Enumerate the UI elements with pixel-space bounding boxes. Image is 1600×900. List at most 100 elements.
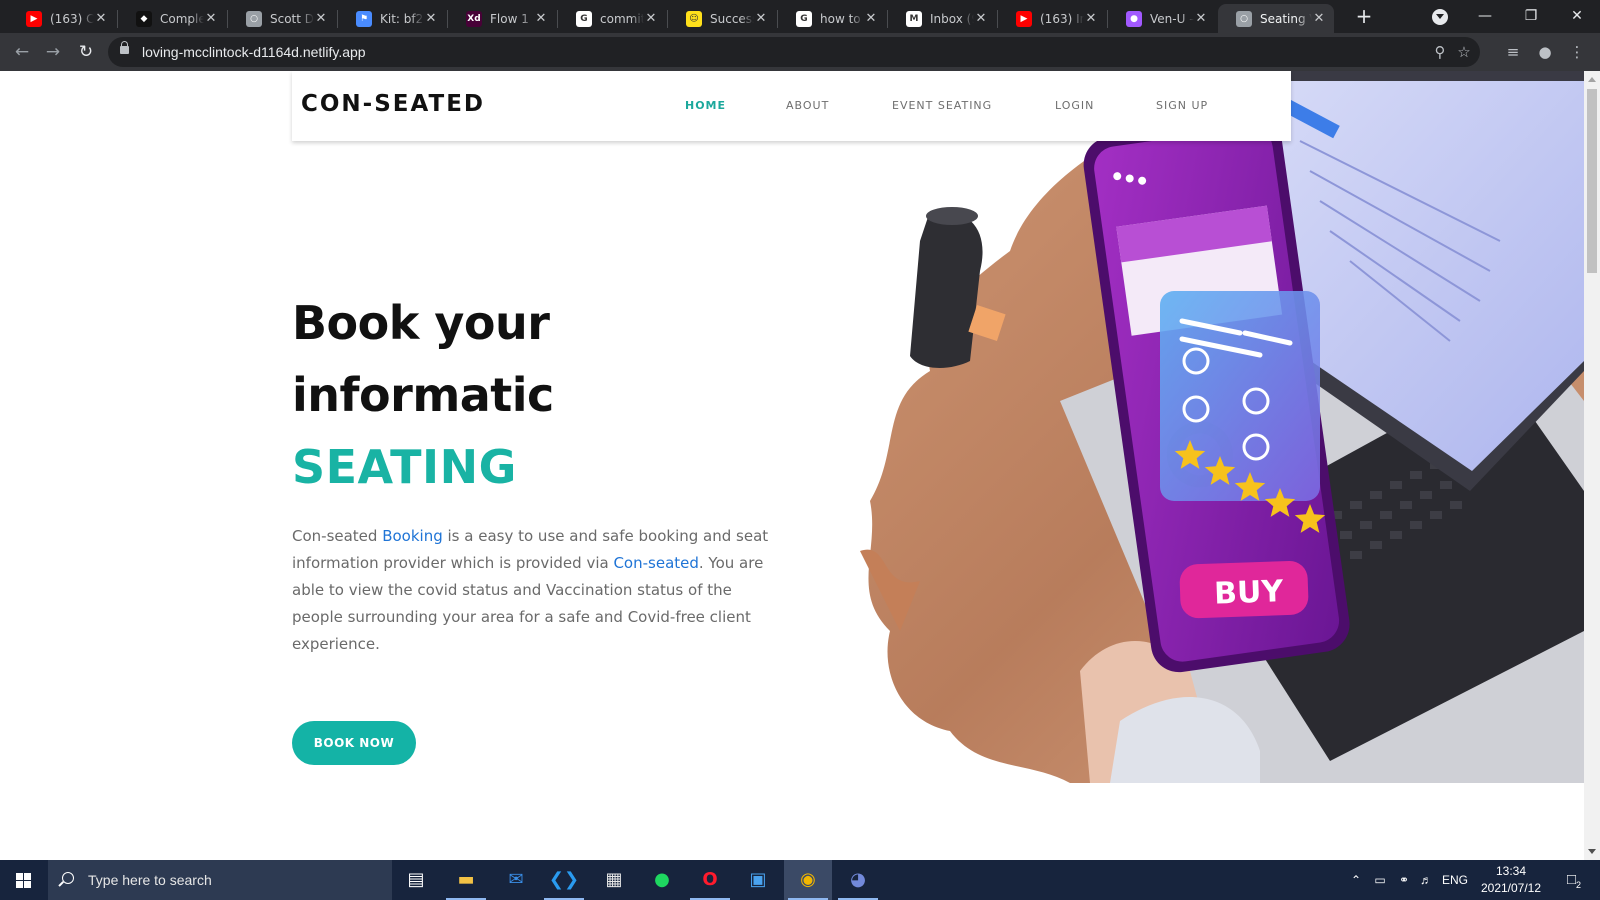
browser-tab[interactable]: ▶ (163) Int✕ (998, 4, 1106, 33)
file-explorer-icon[interactable]: ▬ (442, 860, 490, 900)
restore-icon[interactable]: ❐ (1508, 3, 1554, 29)
nav-login[interactable]: LOGIN (1055, 99, 1094, 112)
tab-close-icon[interactable]: ✕ (204, 11, 218, 26)
scrollbar-thumb[interactable] (1587, 89, 1597, 273)
vscode-icon[interactable]: ❮❯ (540, 860, 588, 900)
figma-icon: ● (1126, 10, 1142, 27)
nav-event-seating[interactable]: EVENT SEATING (892, 99, 992, 112)
discord-icon[interactable]: ◕ (834, 860, 882, 900)
minimize-icon[interactable]: — (1462, 3, 1508, 29)
tab-close-icon[interactable]: ✕ (644, 11, 658, 26)
browser-toolbar: ← → ↻ loving-mcclintock-d1164d.netlify.a… (0, 33, 1600, 71)
browser-tab[interactable]: M Inbox (9✕ (888, 4, 996, 33)
forward-icon[interactable]: → (41, 40, 65, 64)
reading-list-icon[interactable]: ≡ (1502, 41, 1524, 63)
spotify-icon[interactable]: ● (638, 860, 686, 900)
browser-tab[interactable]: ○ Seating V ✕ (1218, 4, 1334, 33)
volume-icon[interactable]: ♬ (1416, 860, 1436, 900)
tab-close-icon[interactable]: ✕ (94, 11, 108, 26)
browser-tab[interactable]: ▶ (163) Co✕ (8, 4, 116, 33)
browser-tab[interactable]: ○ Scott De✕ (228, 4, 336, 33)
address-bar[interactable]: loving-mcclintock-d1164d.netlify.app ⚲ ☆ (108, 37, 1480, 67)
scroll-up-icon[interactable] (1588, 77, 1596, 82)
discord-icon-glyph: ◕ (850, 869, 866, 890)
browser-tab[interactable]: ⚑ Kit: bf22✕ (338, 4, 446, 33)
store-icon-glyph: ▦ (605, 869, 623, 890)
new-tab-button[interactable]: + (1352, 5, 1376, 29)
chrome-icon-glyph: ◉ (800, 869, 816, 890)
browser-tab[interactable]: Xd Flow 1 ✕ (448, 4, 556, 33)
wifi-icon[interactable]: ⚭ (1394, 860, 1414, 900)
tab-close-icon[interactable]: ✕ (1084, 11, 1098, 26)
tab-separator (887, 10, 888, 28)
nav-sign-up[interactable]: SIGN UP (1156, 99, 1208, 112)
zoom-icon[interactable]: ⚲ (1430, 42, 1450, 62)
browser-tab[interactable]: ● Ven-U – ✕ (1108, 4, 1216, 33)
page-scrollbar[interactable] (1584, 71, 1600, 860)
headline-accent: SEATING (292, 440, 517, 494)
tab-title: (163) Co (50, 11, 94, 26)
url-text[interactable]: loving-mcclintock-d1164d.netlify.app (142, 44, 366, 60)
tab-title: Kit: bf22 (380, 11, 424, 26)
browser-tab[interactable]: Ghow to a✕ (778, 4, 886, 33)
tab-close-icon[interactable]: ✕ (974, 11, 988, 26)
adobe-xd-icon: Xd (466, 10, 482, 27)
browser-tab[interactable]: Gcommitt✕ (558, 4, 666, 33)
show-hidden-icons-icon[interactable]: ⌃ (1346, 860, 1366, 900)
hero-headline: Book your informatic SEATING (292, 287, 554, 503)
back-icon[interactable]: ← (10, 40, 34, 64)
booking-link[interactable]: Booking (382, 527, 443, 545)
close-window-icon[interactable]: ✕ (1554, 3, 1600, 29)
book-now-button[interactable]: BOOK NOW (292, 721, 416, 765)
tab-close-icon[interactable]: ✕ (424, 11, 438, 26)
browser-tab[interactable]: ◆ Complet✕ (118, 4, 226, 33)
menu-icon[interactable]: ⋮ (1566, 41, 1588, 63)
flag-icon: ⚑ (356, 10, 372, 27)
taskbar-search[interactable]: Type here to search (48, 860, 392, 900)
tab-close-icon[interactable]: ✕ (534, 11, 548, 26)
task-view-icon[interactable]: ▤ (392, 860, 440, 900)
taskbar-clock[interactable]: 13:34 2021/07/12 (1466, 863, 1556, 897)
mail-icon[interactable]: ✉ (492, 860, 540, 900)
search-placeholder: Type here to search (88, 872, 212, 888)
site-logo[interactable]: CON-SEATED (301, 91, 485, 117)
opera-icon[interactable]: O (686, 860, 734, 900)
file-explorer-icon-glyph: ▬ (457, 869, 475, 890)
tab-separator (447, 10, 448, 28)
buy-button-label: BUY (1214, 574, 1285, 611)
site-navbar: CON-SEATED HOME ABOUT EVENT SEATING LOGI… (292, 71, 1291, 141)
tab-close-icon[interactable]: ✕ (314, 11, 328, 26)
google-icon: G (796, 10, 812, 27)
tab-close-icon[interactable]: ✕ (864, 11, 878, 26)
headline-line-2: informatic (292, 368, 554, 422)
headline-line-1: Book your (292, 296, 550, 350)
tab-close-icon[interactable]: ✕ (754, 11, 768, 26)
chrome-icon[interactable]: ◉ (784, 860, 832, 900)
battery-icon[interactable]: ▭ (1370, 860, 1390, 900)
tab-separator (117, 10, 118, 28)
bookmark-star-icon[interactable]: ☆ (1454, 42, 1474, 62)
store-icon[interactable]: ▦ (590, 860, 638, 900)
browser-tab[interactable]: ☺ Success ✕ (668, 4, 776, 33)
reload-icon[interactable]: ↻ (74, 40, 98, 64)
google-icon: G (576, 10, 592, 27)
profile-icon[interactable]: ● (1534, 41, 1556, 63)
photos-icon[interactable]: ▣ (734, 860, 782, 900)
vscode-icon-glyph: ❮❯ (548, 869, 580, 890)
tab-separator (997, 10, 998, 28)
notification-icon[interactable]: □2 (1556, 860, 1592, 900)
browser-tab-strip: ▶(163) Co✕◆Complet✕○Scott De✕⚑Kit: bf22✕… (0, 0, 1600, 33)
con-seated-link[interactable]: Con-seated (613, 554, 698, 572)
tab-close-icon[interactable]: ✕ (1194, 11, 1208, 26)
nav-about[interactable]: ABOUT (786, 99, 829, 112)
lock-icon[interactable] (120, 41, 129, 54)
hero-illustration: BUY (860, 71, 1584, 783)
dark-logo-icon: ◆ (136, 10, 152, 27)
scroll-down-icon[interactable] (1588, 849, 1596, 854)
tab-separator (777, 10, 778, 28)
tab-separator (227, 10, 228, 28)
tab-close-icon[interactable]: ✕ (1312, 11, 1326, 26)
nav-home[interactable]: HOME (685, 99, 726, 112)
windows-start-icon[interactable] (0, 860, 48, 900)
tab-search-icon[interactable] (1432, 9, 1448, 25)
